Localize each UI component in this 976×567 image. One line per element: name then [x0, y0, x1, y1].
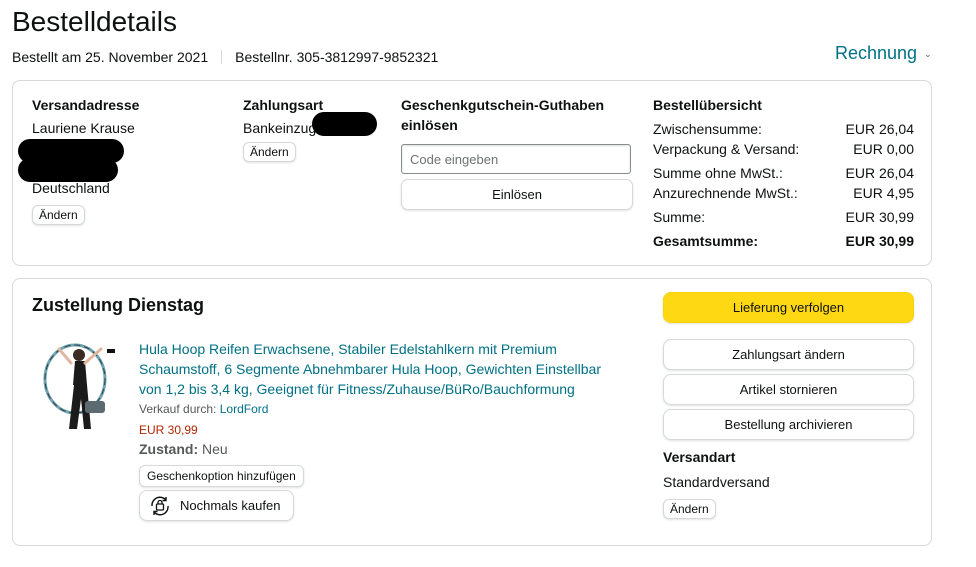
total-value: EUR 30,99 [845, 233, 914, 249]
product-price: EUR 30,99 [139, 423, 198, 437]
recipient-name: Lauriene Krause [32, 120, 135, 136]
summary-value: EUR 26,04 [845, 165, 914, 181]
order-date: Bestellt am 25. November 2021 [12, 49, 209, 65]
summary-label: Zwischensumme: [653, 121, 762, 137]
redeem-button[interactable]: Einlösen [401, 179, 633, 210]
summary-row: Zwischensumme: EUR 26,04 [653, 119, 914, 139]
seller-link[interactable]: LordFord [220, 402, 269, 416]
summary-label: Verpackung & Versand: [653, 141, 800, 157]
cancel-item-button[interactable]: Artikel stornieren [663, 374, 914, 405]
redaction-mark [18, 158, 118, 182]
page-title: Bestelldetails [12, 6, 177, 37]
gift-code-input[interactable] [401, 144, 631, 174]
summary-label: Anzurechnende MwSt.: [653, 185, 798, 201]
buy-again-label: Nochmals kaufen [180, 498, 281, 513]
summary-row: Anzurechnende MwSt.: EUR 4,95 [653, 183, 914, 203]
product-title-link[interactable]: Hula Hoop Reifen Erwachsene, Stabiler Ed… [139, 339, 619, 399]
summary-row: Verpackung & Versand: EUR 0,00 [653, 139, 914, 159]
summary-value: EUR 4,95 [853, 185, 914, 201]
shipping-address-title: Versandadresse [32, 97, 140, 113]
buy-again-icon [151, 496, 169, 515]
order-info-panel: Versandadresse Lauriene Krause Deutschla… [12, 80, 932, 266]
condition-label: Zustand: [139, 441, 199, 457]
order-meta: Bestellt am 25. November 2021 Bestellnr.… [12, 49, 438, 65]
buy-again-button[interactable]: Nochmals kaufen [139, 490, 294, 521]
summary-label: Summe ohne MwSt.: [653, 165, 783, 181]
gift-card-title: Geschenkgutschein-Guthaben einlösen [401, 97, 605, 133]
redaction-mark [312, 112, 377, 136]
recipient-country: Deutschland [32, 180, 110, 196]
summary-total-row: Gesamtsumme: EUR 30,99 [653, 231, 914, 251]
sold-by-label: Verkauf durch: [139, 402, 217, 416]
change-payment-button[interactable]: Ändern [243, 142, 296, 162]
total-label: Gesamtsumme: [653, 233, 759, 249]
summary-row: Summe ohne MwSt.: EUR 26,04 [653, 163, 914, 183]
summary-value: EUR 30,99 [845, 209, 914, 225]
payment-method: Bankeinzug [243, 120, 317, 136]
order-number: Bestellnr. 305-3812997-9852321 [235, 49, 439, 65]
product-condition: Zustand: Neu [139, 441, 228, 457]
seller-info: Verkauf durch: LordFord [139, 402, 268, 416]
invoice-label: Rechnung [835, 43, 918, 63]
meta-divider [221, 50, 223, 64]
change-payment-method-button[interactable]: Zahlungsart ändern [663, 339, 914, 370]
summary-value: EUR 26,04 [845, 121, 914, 137]
condition-value: Neu [202, 441, 228, 457]
chevron-down-icon: ⌄ [924, 49, 932, 59]
summary-value: EUR 0,00 [853, 141, 914, 157]
summary-title: Bestellübersicht [653, 97, 762, 113]
change-shipping-method-button[interactable]: Ändern [663, 499, 716, 519]
delivery-panel: Zustellung Dienstag Hula Hoop Reifen Erw… [12, 278, 932, 546]
change-address-button[interactable]: Ändern [32, 205, 85, 225]
payment-title: Zahlungsart [243, 97, 324, 113]
summary-row: Summe: EUR 30,99 [653, 207, 914, 227]
product-thumbnail[interactable] [41, 339, 121, 431]
shipping-method-value: Standardversand [663, 474, 770, 490]
invoice-dropdown[interactable]: Rechnung ⌄ [835, 43, 932, 64]
shipping-method-title: Versandart [663, 449, 736, 465]
track-delivery-button[interactable]: Lieferung verfolgen [663, 292, 914, 323]
summary-label: Summe: [653, 209, 706, 225]
add-gift-option-button[interactable]: Geschenkoption hinzufügen [139, 465, 304, 487]
archive-order-button[interactable]: Bestellung archivieren [663, 409, 914, 440]
delivery-title: Zustellung Dienstag [32, 295, 205, 315]
